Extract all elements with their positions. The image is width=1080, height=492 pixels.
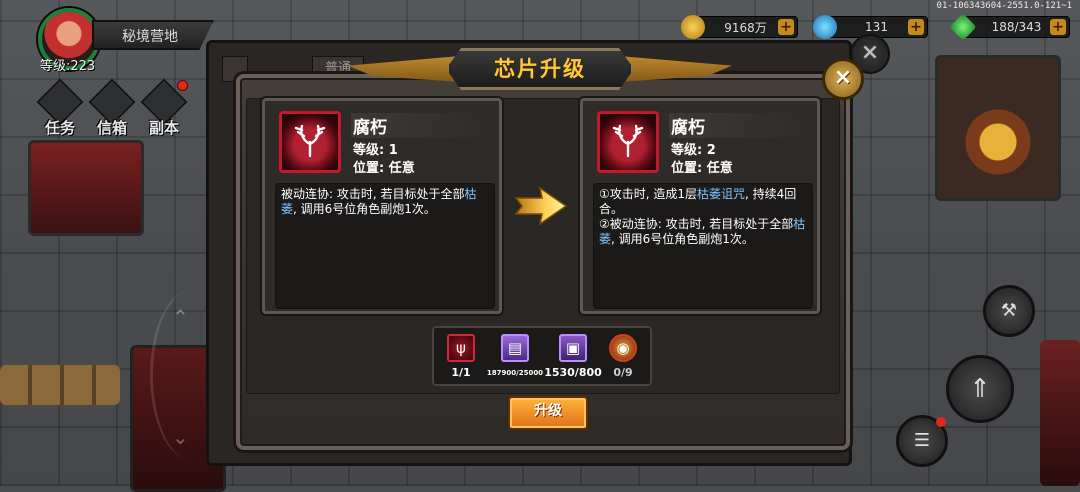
upgrade-base-button[interactable]: ⇑ — [946, 355, 1014, 423]
upgrade-button[interactable]: 升级 — [508, 396, 588, 430]
list-button[interactable]: ☰ — [896, 415, 948, 467]
gold-coin-icon — [681, 15, 705, 39]
dialog-title: 芯片升级 — [446, 48, 634, 90]
menu-mail-label: 信箱 — [96, 119, 127, 137]
building-left — [28, 140, 144, 236]
chip-icon: ψ — [447, 334, 475, 362]
list-icon: ☰ — [913, 430, 931, 451]
add-gem-button[interactable]: + — [908, 19, 924, 35]
gold-counter: 9168万 + — [681, 15, 798, 39]
material-item-book[interactable]: ▤ 187900/25000 — [485, 334, 545, 377]
arrow-right-icon — [514, 186, 568, 226]
material-item-chip[interactable]: ψ 1/1 — [431, 334, 491, 379]
chevron-up-icon: ⇑ — [969, 374, 991, 404]
close-button[interactable]: × — [822, 58, 864, 100]
building-right — [935, 55, 1061, 201]
menu-mail-button[interactable]: 信箱 — [88, 78, 136, 138]
chip-description: ①攻击时, 造成1层枯萎诅咒, 持续4回合。 ②被动连协: 攻击时, 若目标处于全… — [593, 183, 813, 309]
energy-value: 188/343 — [991, 20, 1042, 34]
orb-icon: ◉ — [609, 334, 637, 362]
server-info: 01-106343604-2551.0-121~1 — [936, 1, 1072, 11]
gem-icon — [813, 15, 837, 39]
menu-task-label: 任务 — [44, 119, 75, 137]
chip-description: 被动连协: 攻击时, 若目标处于全部枯萎, 调用6号位角色副炮1次。 — [275, 183, 495, 309]
energy-counter: 188/343 + — [949, 13, 1070, 41]
gem-value: 131 — [865, 20, 888, 34]
notification-dot — [177, 80, 188, 91]
scroll-down-icon[interactable]: ⌄ — [172, 425, 189, 449]
chip-name: 腐朽 — [351, 113, 489, 138]
hammer-icon: ⚒ — [1000, 300, 1018, 321]
chip-position: 位置: 任意 — [353, 161, 415, 176]
close-icon: × — [833, 65, 853, 90]
menu-task-button[interactable]: 任务 — [36, 78, 84, 138]
menu-dungeon-button[interactable]: 副本 — [140, 78, 188, 138]
material-list: ψ 1/1 ▤ 187900/25000 ▣ 1530/800 ◉ 0/9 — [432, 326, 652, 386]
material-count: 1/1 — [451, 366, 471, 379]
scroll-up-icon[interactable]: ⌃ — [172, 305, 189, 329]
antler-icon — [279, 111, 341, 173]
notification-dot — [936, 417, 946, 427]
main-menu: 任务 信箱 副本 — [36, 78, 188, 138]
material-count: 0/9 — [613, 366, 633, 379]
chip-level: 等级: 1 — [353, 143, 398, 158]
next-chip-card: 腐朽 等级: 2 位置: 任意 ①攻击时, 造成1层枯萎诅咒, 持续4回合。 ②被… — [580, 98, 820, 314]
material-item-orb[interactable]: ◉ 0/9 — [593, 334, 653, 379]
add-gold-button[interactable]: + — [778, 19, 794, 35]
add-energy-button[interactable]: + — [1050, 19, 1066, 35]
book-icon: ▤ — [501, 334, 529, 362]
chip-name: 腐朽 — [669, 113, 807, 138]
material-count: 187900/25000 — [486, 369, 544, 377]
camp-name: 秘境营地 — [92, 20, 214, 50]
antler-icon — [597, 111, 659, 173]
current-chip-card: 腐朽 等级: 1 位置: 任意 被动连协: 攻击时, 若目标处于全部枯萎, 调用… — [262, 98, 502, 314]
chip-position: 位置: 任意 — [671, 161, 733, 176]
right-base — [1040, 340, 1080, 486]
gold-value: 9168万 — [724, 20, 767, 35]
build-button[interactable]: ⚒ — [983, 285, 1035, 337]
close-icon: × — [860, 40, 880, 65]
crates — [0, 365, 120, 405]
menu-dungeon-label: 副本 — [148, 119, 179, 137]
chip-level: 等级: 2 — [671, 143, 716, 158]
player-level: 等级:223 — [40, 59, 96, 74]
box-icon: ▣ — [559, 334, 587, 362]
